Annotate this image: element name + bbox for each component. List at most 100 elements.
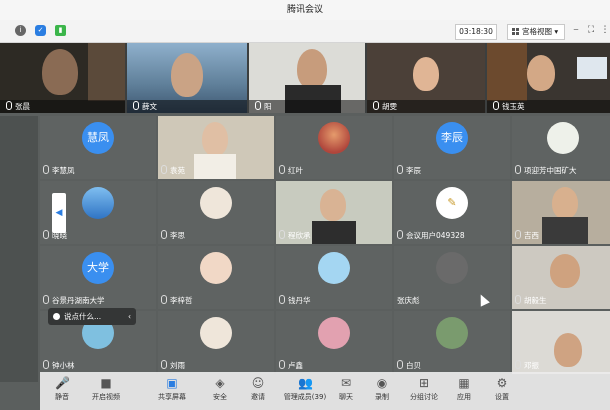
participant-tile[interactable]: 刘雨 <box>158 311 274 374</box>
strip-name: 张晨 <box>15 102 30 111</box>
chat-button[interactable]: ✉ 聊天 <box>326 376 366 402</box>
participant-tile[interactable]: 钱丹华 <box>276 246 392 309</box>
left-panel-edge <box>0 116 38 382</box>
participant-face <box>413 57 439 91</box>
avatar: 大学 <box>82 252 114 284</box>
participant-name: 邓振 <box>515 360 539 371</box>
meeting-timer: 03:18:30 <box>455 24 497 40</box>
participant-tile[interactable]: 吉西 <box>512 181 610 244</box>
speaker-strip: 张晨 薛文 阳 胡雯 钱玉英 <box>0 43 610 113</box>
strip-tile[interactable]: 胡雯 <box>367 43 485 113</box>
security-icon: ◈ <box>215 376 225 390</box>
strip-caption: 薛文 <box>127 100 247 113</box>
strip-tile[interactable]: 张晨 <box>0 43 125 113</box>
apps-icon: ▦ <box>458 376 470 390</box>
security-button[interactable]: ◈ 安全 <box>200 376 240 402</box>
record-button[interactable]: ◉ 录制 <box>362 376 402 402</box>
mic-icon <box>397 230 403 239</box>
mic-icon <box>397 360 403 369</box>
breakout-button[interactable]: ⊞ 分组讨论 <box>404 376 444 402</box>
shield-icon[interactable]: ✓ <box>35 25 46 36</box>
bookshelf <box>487 43 527 101</box>
participant-shirt <box>542 217 588 244</box>
avatar <box>436 317 468 349</box>
participant-name: 白贝 <box>397 360 421 371</box>
members-icon: 👥 <box>298 376 313 390</box>
participant-tile[interactable]: 胡毅生 <box>512 246 610 309</box>
strip-tile[interactable]: 薛文 <box>127 43 247 113</box>
strip-caption: 钱玉英 <box>487 100 610 113</box>
participant-tile[interactable]: 李思 <box>158 181 274 244</box>
view-mode-label: 宫格视图 <box>522 27 552 36</box>
fullscreen-icon[interactable]: ⛶ <box>586 25 596 35</box>
participant-tile[interactable]: 李梓哲 <box>158 246 274 309</box>
mute-button[interactable]: 🎤 静音 <box>42 376 82 402</box>
participant-face <box>320 189 346 221</box>
bookshelf <box>88 43 125 101</box>
avatar <box>53 313 60 320</box>
avatar: 李辰 <box>436 122 468 154</box>
participant-name: 李慧凤 <box>43 165 75 176</box>
participant-tile[interactable]: 大学 谷景丹湖南大学 <box>40 246 156 309</box>
collapse-arrow-icon[interactable]: ◀ <box>52 193 66 233</box>
participant-name: 钱丹华 <box>279 295 311 306</box>
strip-tile[interactable]: 钱玉英 <box>487 43 610 113</box>
view-mode-button[interactable]: 宫格视图 ▾ <box>507 24 565 40</box>
more-icon[interactable]: ⋮ <box>600 25 610 35</box>
strip-tile[interactable]: 阳 <box>249 43 365 113</box>
meeting-toolbar: 🎤 静音 ■ 开启视频 ▣ 共享屏幕 ◈ 安全 ☺ 邀请 👥 管理成员(39) ✉ 聊天 ◉ 录… <box>40 372 610 410</box>
participant-name: 袁苑 <box>161 165 185 176</box>
share-screen-icon: ▣ <box>166 376 178 390</box>
participant-face <box>297 49 327 89</box>
avatar <box>318 317 350 349</box>
manage-members-button[interactable]: 👥 管理成员(39) <box>280 376 330 402</box>
participant-face <box>552 187 578 219</box>
chat-input-bubble[interactable]: 说点什么... ‹ <box>48 308 136 325</box>
participant-name: 吉西 <box>515 230 539 241</box>
info-icon[interactable]: i <box>15 25 26 36</box>
chevron-left-icon[interactable]: ‹ <box>128 308 131 325</box>
avatar <box>82 187 114 219</box>
participant-tile[interactable]: 袁苑 <box>158 116 274 179</box>
mic-icon <box>161 295 167 304</box>
strip-name: 钱玉英 <box>502 102 525 111</box>
participant-name: 胡毅生 <box>515 295 547 306</box>
participant-tile[interactable]: 邓振 <box>512 311 610 374</box>
participant-name: 红叶 <box>279 165 303 176</box>
share-screen-button[interactable]: ▣ 共享屏幕 <box>152 376 192 402</box>
participant-tile[interactable]: 慧凤 李慧凤 <box>40 116 156 179</box>
mic-icon <box>397 165 403 174</box>
participant-tile[interactable]: 项迎芳中国矿大 <box>512 116 610 179</box>
mic-icon <box>279 165 285 174</box>
mic-icon <box>515 165 521 174</box>
window-title-bar: 腾讯会议 <box>0 0 610 21</box>
participant-tile[interactable]: 红叶 <box>276 116 392 179</box>
mic-icon <box>133 101 139 110</box>
video-button[interactable]: ■ 开启视频 <box>86 376 126 402</box>
participant-name: 刘雨 <box>161 360 185 371</box>
participant-tile[interactable]: 李辰 李辰 <box>394 116 510 179</box>
invite-button[interactable]: ☺ 邀请 <box>238 376 278 402</box>
breakout-icon: ⊞ <box>418 376 430 390</box>
settings-button[interactable]: ⚙ 设置 <box>482 376 522 402</box>
participant-name: 李辰 <box>397 165 421 176</box>
participant-tile[interactable]: 程欣承 <box>276 181 392 244</box>
avatar <box>436 252 468 284</box>
avatar <box>318 252 350 284</box>
participant-tile[interactable]: 卢鑫 <box>276 311 392 374</box>
apps-button[interactable]: ▦ 应用 <box>444 376 484 402</box>
participant-face <box>527 55 555 91</box>
participant-tile[interactable]: 白贝 <box>394 311 510 374</box>
mic-icon <box>373 101 379 110</box>
avatar <box>318 122 350 154</box>
participant-tile[interactable]: 张庆彪 <box>394 246 510 309</box>
avatar: ✎ <box>436 187 468 219</box>
participant-face <box>42 49 78 95</box>
mic-icon <box>43 165 49 174</box>
signal-icon[interactable]: ▮ <box>55 25 66 36</box>
strip-caption: 张晨 <box>0 100 125 113</box>
strip-name: 阳 <box>264 102 272 111</box>
strip-caption: 胡雯 <box>367 100 485 113</box>
participant-tile[interactable]: ✎ 会议用户049328 <box>394 181 510 244</box>
minimize-icon[interactable]: ⎯ <box>571 25 581 35</box>
